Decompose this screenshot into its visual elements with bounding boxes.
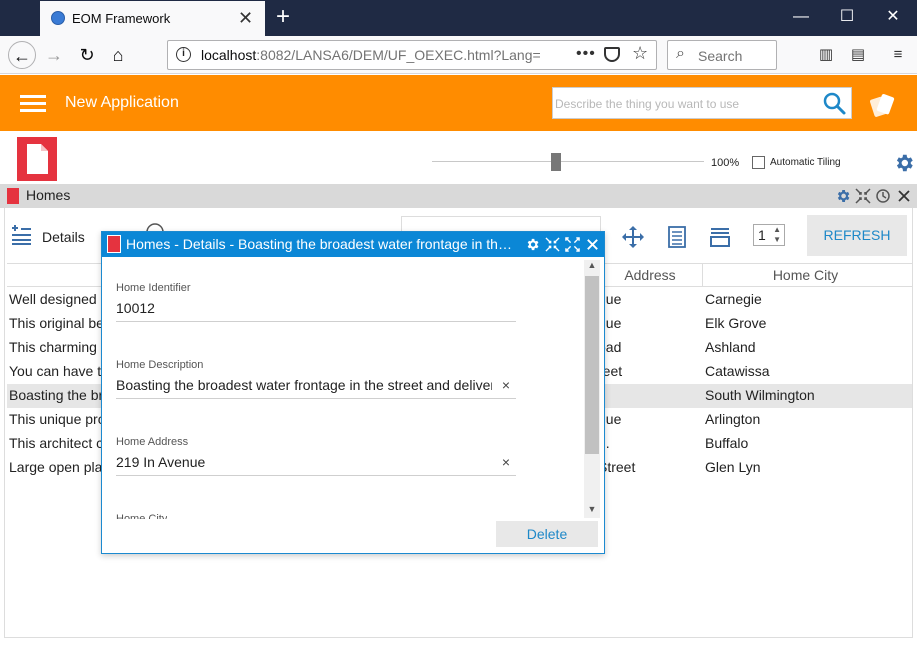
column-header-home-city[interactable]: Home City	[703, 267, 908, 283]
browser-search-placeholder: Search	[698, 48, 743, 64]
cards-icon[interactable]	[868, 90, 898, 120]
close-window-button[interactable]: ✕	[878, 6, 908, 28]
row-city: Catawissa	[705, 363, 770, 379]
automatic-tiling-checkbox[interactable]	[752, 156, 765, 169]
stepper-arrows-icon[interactable]: ▲ ▼	[773, 225, 781, 245]
row-description: This charming	[9, 339, 97, 355]
home-identifier-value: 10012	[116, 300, 155, 316]
panel-close-icon[interactable]	[896, 188, 912, 204]
globe-icon	[51, 11, 65, 25]
card-view-icon[interactable]	[708, 225, 732, 249]
row-description: Boasting the br	[9, 387, 104, 403]
info-icon[interactable]: i	[176, 47, 191, 62]
more-actions-icon[interactable]: •••	[576, 45, 596, 63]
home-address-field[interactable]: 219 In Avenue ×	[116, 452, 516, 476]
browser-tab[interactable]: EOM Framework ✕	[40, 1, 265, 36]
app-title: New Application	[65, 94, 179, 111]
scroll-up-icon[interactable]: ▲	[585, 260, 599, 270]
page-stepper-value: 1	[758, 227, 766, 243]
document-icon	[107, 235, 121, 253]
app-header: New Application	[0, 75, 917, 131]
hamburger-menu-icon[interactable]	[20, 95, 46, 113]
row-city: South Wilmington	[705, 387, 815, 403]
home-description-value: Boasting the broadest water frontage in …	[116, 377, 492, 393]
panel-collapse-icon[interactable]	[855, 188, 871, 204]
maximize-button[interactable]: ☐	[832, 6, 862, 28]
back-button[interactable]: ←	[8, 41, 36, 69]
column-header-address[interactable]: Address	[598, 267, 702, 283]
panel-history-icon[interactable]	[875, 188, 891, 204]
automatic-tiling-label: Automatic Tiling	[770, 157, 841, 168]
dialog-scrollbar-thumb[interactable]	[585, 276, 599, 454]
row-description: You can have th	[9, 363, 109, 379]
row-description: Large open pla	[9, 459, 103, 475]
row-description: This unique pro	[9, 411, 106, 427]
zoom-slider-track[interactable]	[432, 161, 704, 162]
dialog-collapse-icon[interactable]	[545, 237, 560, 252]
row-city: Arlington	[705, 411, 761, 427]
browser-search-box[interactable]: ⌕ Search	[667, 40, 777, 70]
settings-gear-icon[interactable]	[893, 152, 915, 174]
home-address-value: 219 In Avenue	[116, 454, 206, 470]
minimize-button[interactable]: —	[786, 6, 816, 28]
url-bar[interactable]: i localhost:8082/LANSA6/DEM/UF_OEXEC.htm…	[167, 40, 657, 70]
home-city-label: Home City	[116, 513, 168, 519]
clear-address-icon[interactable]: ×	[502, 454, 510, 470]
homes-panel-title: Homes	[26, 187, 71, 203]
row-city: Buffalo	[705, 435, 749, 451]
page-stepper[interactable]: 1 ▲ ▼	[753, 224, 785, 246]
home-description-label: Home Description	[116, 359, 204, 371]
pocket-icon[interactable]	[604, 47, 620, 62]
row-description: Well designed l	[9, 291, 104, 307]
bookmark-star-icon[interactable]: ☆	[632, 43, 648, 64]
reload-button[interactable]: ↻	[73, 41, 101, 69]
home-description-field[interactable]: Boasting the broadest water frontage in …	[116, 375, 516, 399]
home-identifier-label: Home Identifier	[116, 282, 191, 294]
tab-title: EOM Framework	[72, 11, 171, 26]
row-city: Glen Lyn	[705, 459, 761, 475]
zoom-slider-thumb[interactable]	[551, 153, 561, 171]
dialog-expand-icon[interactable]	[565, 237, 580, 252]
thing-search-input[interactable]	[555, 94, 815, 114]
details-dialog-title: Homes - Details - Boasting the broadest …	[126, 236, 516, 252]
app-document-icon[interactable]	[17, 137, 57, 181]
dialog-settings-icon[interactable]	[525, 237, 540, 252]
browser-navbar: ← → ↻ ⌂ i localhost:8082/LANSA6/DEM/UF_O…	[0, 36, 917, 74]
library-icon[interactable]: ▥	[816, 45, 836, 65]
panel-settings-icon[interactable]	[835, 188, 851, 204]
delete-button[interactable]: Delete	[496, 521, 598, 547]
forward-button[interactable]: →	[40, 41, 68, 69]
details-list-icon	[12, 225, 31, 245]
scroll-down-icon[interactable]: ▼	[585, 504, 599, 514]
move-arrows-icon[interactable]	[621, 225, 645, 249]
search-icon[interactable]	[821, 90, 847, 116]
row-description: This architect c	[9, 435, 104, 451]
zoom-level: 100%	[711, 157, 740, 169]
search-icon: ⌕	[676, 45, 685, 62]
menu-icon[interactable]: ≡	[888, 45, 908, 65]
url-text: localhost:8082/LANSA6/DEM/UF_OEXEC.html?…	[201, 47, 541, 63]
home-button[interactable]: ⌂	[104, 41, 132, 69]
row-description: This original be	[9, 315, 104, 331]
browser-titlebar: EOM Framework ✕ + — ☐ ✕	[0, 0, 917, 36]
row-city: Elk Grove	[705, 315, 767, 331]
dialog-close-icon[interactable]	[585, 237, 600, 252]
sidebar-icon[interactable]: ▤	[848, 45, 868, 65]
refresh-list-button[interactable]: REFRESH LIST	[807, 215, 907, 284]
tab-close-icon[interactable]: ✕	[238, 8, 253, 29]
home-identifier-field[interactable]: 10012	[116, 298, 516, 322]
list-view-icon[interactable]	[665, 225, 689, 249]
new-tab-button[interactable]: +	[272, 3, 294, 31]
row-city: Carnegie	[705, 291, 762, 307]
details-dialog-header[interactable]: Homes - Details - Boasting the broadest …	[102, 232, 604, 257]
clear-description-icon[interactable]: ×	[502, 377, 510, 393]
details-dialog: Homes - Details - Boasting the broadest …	[101, 231, 605, 554]
document-icon	[7, 188, 19, 204]
home-address-label: Home Address	[116, 436, 189, 448]
thing-search-box[interactable]	[552, 87, 852, 119]
homes-panel-header: Homes	[0, 184, 917, 208]
details-tab-label: Details	[42, 229, 85, 245]
row-city: Ashland	[705, 339, 756, 355]
